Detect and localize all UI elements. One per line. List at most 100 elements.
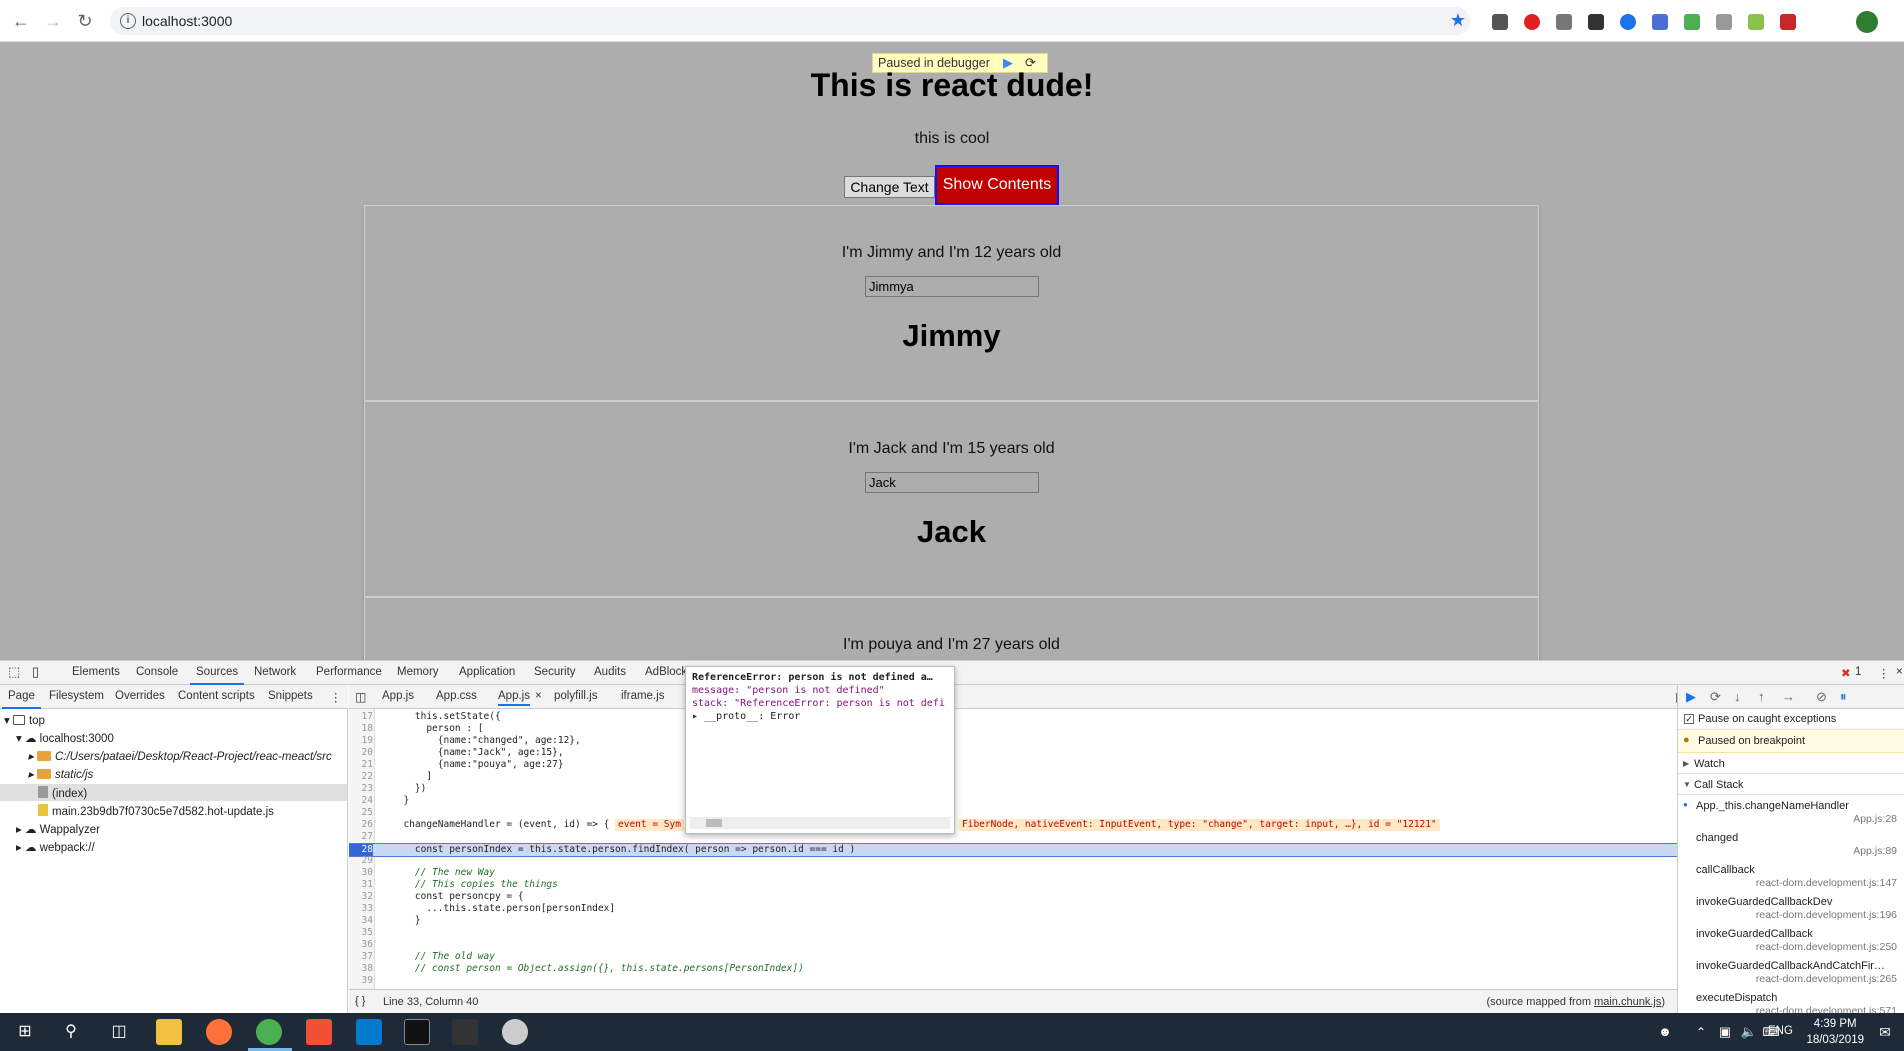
step-icon[interactable]: →	[1782, 689, 1795, 704]
tree-item-localhost[interactable]: ▾ ☁ localhost:3000	[16, 731, 114, 745]
profile-avatar[interactable]	[1856, 11, 1878, 33]
change-text-button[interactable]: Change Text	[844, 176, 935, 198]
line-number[interactable]: 35	[349, 927, 373, 939]
line-number[interactable]: 17	[349, 711, 373, 723]
code-line[interactable]: 18 person : [	[349, 723, 1677, 735]
tab-network[interactable]: Network	[254, 666, 296, 678]
back-arrow-icon[interactable]: ←	[10, 10, 32, 32]
tree-item-hot-update[interactable]: main.23b9db7f0730c5e7d582.hot-update.js	[38, 804, 274, 818]
call-frame[interactable]: invokeGuardedCallbackAndCatchFir… react-d…	[1678, 958, 1904, 989]
step-over-icon[interactable]: ⟳	[1710, 689, 1721, 705]
forward-arrow-icon[interactable]: →	[42, 10, 64, 32]
pause-on-caught-row[interactable]: ✓ Pause on caught exceptions	[1684, 713, 1836, 725]
code-line[interactable]: 29	[349, 855, 1677, 867]
tree-item-wappalyzer[interactable]: ▸ ☁ Wappalyzer	[16, 822, 100, 836]
tab-elements[interactable]: Elements	[72, 666, 120, 678]
nav-tab-filesystem[interactable]: Filesystem	[49, 690, 104, 702]
windows-start-icon[interactable]: ⊞	[12, 1019, 38, 1045]
code-line[interactable]: 37 // The old way	[349, 951, 1677, 963]
line-number[interactable]: 24	[349, 795, 373, 807]
nav-tab-snippets[interactable]: Snippets	[268, 690, 313, 702]
tab-performance[interactable]: Performance	[316, 666, 382, 678]
step-out-icon[interactable]: ↑	[1758, 689, 1765, 704]
scrollbar-thumb[interactable]	[706, 819, 722, 827]
media-icon[interactable]	[452, 1019, 478, 1045]
translate-extension-icon[interactable]	[1652, 14, 1668, 30]
tab-security[interactable]: Security	[534, 666, 576, 678]
pause-on-caught-checkbox[interactable]: ✓	[1684, 714, 1694, 724]
tree-item-index[interactable]: (index)	[38, 786, 87, 800]
network-icon[interactable]: ▣	[1712, 1019, 1738, 1045]
step-into-icon[interactable]: ↓	[1734, 689, 1741, 704]
bookmark-star-icon[interactable]: ★	[1450, 10, 1466, 31]
line-number[interactable]: 38	[349, 963, 373, 975]
git-icon[interactable]	[306, 1019, 332, 1045]
source-map-link[interactable]: main.chunk.js	[1594, 996, 1661, 1008]
search-icon[interactable]: ⚲	[58, 1019, 84, 1045]
code-line[interactable]: 21 {name:"pouya", age:27}	[349, 759, 1677, 771]
pretty-print-icon[interactable]: { }	[355, 995, 365, 1007]
line-number[interactable]: 32	[349, 891, 373, 903]
line-number[interactable]: 34	[349, 915, 373, 927]
editor-tab-app-css[interactable]: App.css	[436, 690, 477, 702]
person-name-input[interactable]	[865, 472, 1039, 493]
resume-icon[interactable]: ▶	[1686, 689, 1696, 705]
line-number[interactable]: 26	[349, 819, 373, 831]
code-line[interactable]: 30 // The new Way	[349, 867, 1677, 879]
call-frame[interactable]: callCallback react-dom.development.js:147	[1678, 862, 1904, 893]
language-indicator[interactable]: ENG	[1768, 1025, 1793, 1037]
line-number[interactable]: 37	[349, 951, 373, 963]
line-number[interactable]: 23	[349, 783, 373, 795]
code-line[interactable]: 39	[349, 975, 1677, 987]
cloud-extension-icon[interactable]	[1716, 14, 1732, 30]
tab-memory[interactable]: Memory	[397, 666, 439, 678]
nav-tab-page[interactable]: Page	[2, 690, 41, 709]
line-number[interactable]: 29	[349, 855, 373, 867]
error-count[interactable]: 1	[1855, 666, 1861, 678]
code-line[interactable]: 22 ]	[349, 771, 1677, 783]
tab-application[interactable]: Application	[459, 666, 515, 678]
devtools-menu-icon[interactable]: ⋮	[1878, 666, 1890, 680]
line-number[interactable]: 18	[349, 723, 373, 735]
code-line[interactable]: 27	[349, 831, 1677, 843]
line-number[interactable]: 31	[349, 879, 373, 891]
call-frame[interactable]: changed App.js:89	[1678, 830, 1904, 861]
toggle-navigator-icon[interactable]: ◫	[355, 690, 366, 704]
person-name-input[interactable]	[865, 276, 1039, 297]
code-line[interactable]: 38 // const person = Object.assign({}, t…	[349, 963, 1677, 975]
call-frame[interactable]: invokeGuardedCallbackDev react-dom.develo…	[1678, 894, 1904, 925]
close-tab-icon[interactable]: ×	[535, 690, 542, 702]
tab-sources[interactable]: Sources	[189, 666, 245, 685]
editor-tab-app-js[interactable]: App.js	[382, 690, 414, 702]
tab-audits[interactable]: Audits	[594, 666, 626, 678]
code-line[interactable]: 20 {name:"Jack", age:15},	[349, 747, 1677, 759]
vscode-icon[interactable]	[356, 1019, 382, 1045]
notifications-icon[interactable]: ✉	[1872, 1019, 1898, 1045]
call-frame[interactable]: executeDispatch react-dom.development.js:…	[1678, 990, 1904, 1014]
site-info-icon[interactable]: i	[120, 13, 136, 29]
tab-adblock[interactable]: AdBlock	[645, 666, 687, 678]
clock[interactable]: 4:39 PM 18/03/2019	[1806, 1016, 1864, 1048]
tree-item-static-js[interactable]: ▸ static/js	[28, 767, 93, 781]
code-line[interactable]: 34 }	[349, 915, 1677, 927]
pause-on-exceptions-icon[interactable]: ⏸	[1840, 689, 1847, 705]
address-bar[interactable]: i localhost:3000 ★	[110, 7, 1470, 35]
line-number[interactable]: 19	[349, 735, 373, 747]
code-line[interactable]: 19 {name:"changed", age:12},	[349, 735, 1677, 747]
wrench-extension-icon[interactable]	[1588, 14, 1604, 30]
at-extension-icon[interactable]	[1620, 14, 1636, 30]
close-devtools-icon[interactable]: ×	[1896, 666, 1903, 678]
call-stack-section[interactable]: ▼ Call Stack	[1678, 775, 1904, 795]
nav-tab-content-scripts[interactable]: Content scripts	[178, 690, 255, 702]
tree-item-webpack[interactable]: ▸ ☁ webpack://	[16, 840, 95, 854]
editor-tab-app-js-active[interactable]: App.js	[498, 690, 530, 706]
code-line[interactable]: 17 this.setState({	[349, 711, 1677, 723]
eyedropper-extension-icon[interactable]	[1492, 14, 1508, 30]
watch-section[interactable]: ▶ Watch	[1678, 754, 1904, 774]
call-frame[interactable]: invokeGuardedCallback react-dom.developme…	[1678, 926, 1904, 957]
inspect-element-icon[interactable]: ⬚	[8, 664, 20, 680]
editor-tab-iframe[interactable]: iframe.js	[621, 690, 664, 702]
code-line[interactable]: 25	[349, 807, 1677, 819]
line-number[interactable]: 21	[349, 759, 373, 771]
address-url[interactable]: localhost:3000	[142, 13, 232, 29]
